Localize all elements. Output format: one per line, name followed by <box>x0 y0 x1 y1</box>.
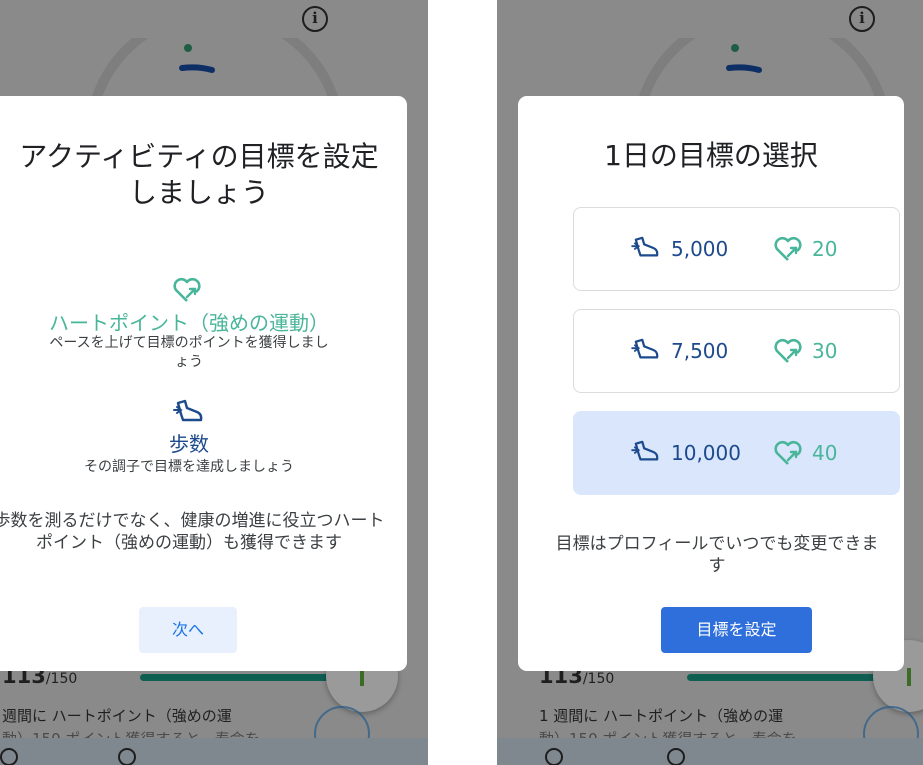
goal-heart-points-value: 20 <box>812 237 838 261</box>
steps-shoe-icon <box>631 338 659 359</box>
goal-steps-value: 7,500 <box>671 339 729 363</box>
change-goal-note: 目標はプロフィールでいつでも変更できます <box>555 534 879 576</box>
heart-points-icon <box>774 440 802 465</box>
heart-points-icon <box>774 236 802 261</box>
next-button[interactable]: 次へ <box>139 607 237 653</box>
activity-goal-intro-dialog: アクティビティの目標を設定しましょう ハートポイント（強めの運動） ペースを上げ… <box>0 96 407 671</box>
plus-icon <box>907 668 911 686</box>
goal-option-5000[interactable]: 5,000 20 <box>573 207 900 291</box>
steps-shoe-icon <box>631 440 659 461</box>
who-info-text: 1 週間に ハートポイント（強めの運 <box>539 707 784 725</box>
bottom-navigation <box>0 738 428 765</box>
goal-heart-points-value: 40 <box>812 441 838 465</box>
journal-nav-icon[interactable] <box>118 748 136 765</box>
dialog-title: アクティビティの目標を設定しましょう <box>19 140 379 209</box>
home-nav-icon[interactable] <box>545 748 563 765</box>
dialog-title: 1日の目標の選択 <box>604 139 818 172</box>
who-info-text: 週間に ハートポイント（強めの運 <box>2 707 232 725</box>
steps-description: その調子で目標を達成しましょう <box>84 459 294 475</box>
heart-points-description: ペースを上げて目標のポイントを獲得しましょう <box>49 335 329 370</box>
goal-steps-value: 5,000 <box>671 237 729 261</box>
heart-points-title: ハートポイント（強めの運動） <box>49 311 329 335</box>
goal-heart-points-value: 30 <box>812 339 838 363</box>
set-goal-button[interactable]: 目標を設定 <box>661 607 812 653</box>
screen-separator <box>428 0 497 765</box>
home-nav-icon[interactable] <box>0 748 18 765</box>
steps-shoe-icon <box>173 399 203 422</box>
journal-nav-icon[interactable] <box>667 748 685 765</box>
steps-title: 歩数 <box>169 432 209 456</box>
goal-option-7500[interactable]: 7,500 30 <box>573 309 900 393</box>
heart-points-progress-bar <box>140 674 330 681</box>
heart-points-icon <box>173 277 201 302</box>
info-icon[interactable]: i <box>302 6 328 32</box>
left-screen: i 113/150 週間に ハートポイント（強めの運 動）150 ポイント獲得す… <box>0 0 428 765</box>
goal-option-10000[interactable]: 10,000 40 <box>573 411 900 495</box>
steps-shoe-icon <box>631 236 659 257</box>
daily-goal-selection-dialog: 1日の目標の選択 5,000 20 7,500 30 10,000 40 目標は… <box>518 96 904 671</box>
right-screen: i 113/150 1 週間に ハートポイント（強めの運 動）150 ポイント獲… <box>497 0 923 765</box>
goal-steps-value: 10,000 <box>671 441 741 465</box>
info-icon[interactable]: i <box>849 6 875 32</box>
heart-points-icon <box>774 338 802 363</box>
heart-points-progress-bar <box>687 674 877 681</box>
goal-explanation-text: 歩数を測るだけでなく、健康の増進に役立つハートポイント（強めの運動）も獲得できま… <box>0 511 385 553</box>
